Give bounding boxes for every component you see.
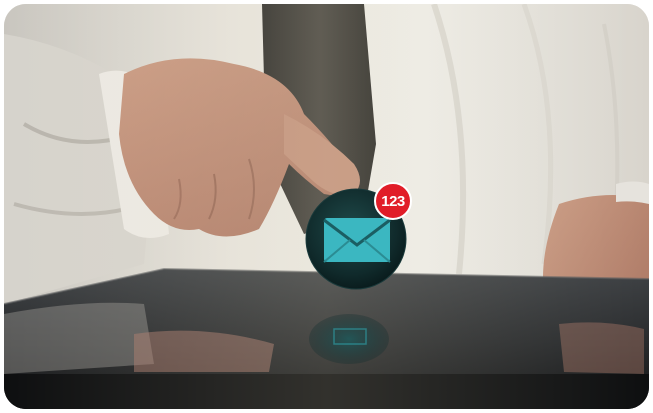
notification-count-badge: 123 (374, 182, 412, 220)
orb-reflection (309, 314, 389, 364)
photo-scene (4, 4, 649, 409)
envelope-icon (323, 218, 391, 263)
photo-frame: 123 (4, 4, 649, 409)
notification-count: 123 (381, 192, 405, 210)
